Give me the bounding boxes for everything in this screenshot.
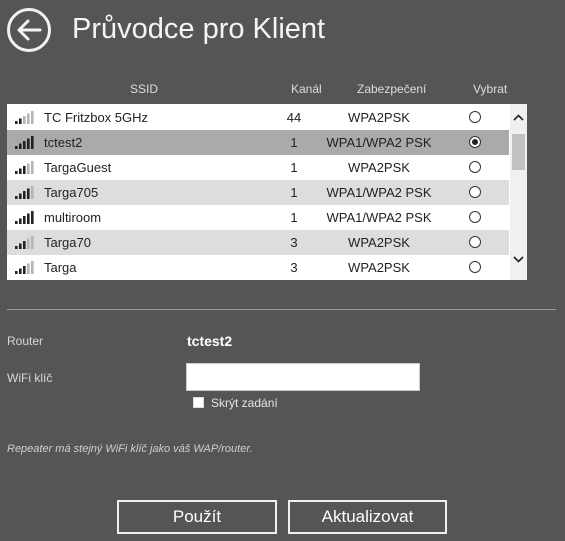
ssid-cell: Targa70 <box>44 235 91 250</box>
scroll-down-button[interactable] <box>510 252 527 266</box>
apply-button[interactable]: Použít <box>117 500 277 534</box>
hide-input-checkbox[interactable] <box>193 397 204 408</box>
hide-input-label: Skrýt zadání <box>211 396 278 410</box>
header: Průvodce pro Klient <box>0 0 565 62</box>
info-note: Repeater má stejný WiFi klíč jako váš WA… <box>7 443 253 455</box>
signal-strength-icon <box>15 111 34 124</box>
channel-cell: 1 <box>290 160 298 175</box>
column-header-channel: Kanál <box>291 82 322 96</box>
channel-cell: 1 <box>290 185 298 200</box>
channel-cell: 3 <box>290 260 298 275</box>
table-row[interactable]: TC Fritzbox 5GHz 44 WPA2PSK <box>7 105 509 130</box>
channel-cell: 3 <box>290 235 298 250</box>
signal-strength-icon <box>15 211 34 224</box>
security-cell: WPA2PSK <box>348 235 410 250</box>
router-value: tctest2 <box>187 333 233 349</box>
chevron-up-icon <box>513 114 524 121</box>
ssid-cell: TargaGuest <box>44 160 112 175</box>
signal-strength-icon <box>15 261 34 274</box>
table-row[interactable]: tctest2 1 WPA1/WPA2 PSK <box>7 130 509 155</box>
divider <box>7 309 556 310</box>
refresh-button[interactable]: Aktualizovat <box>288 500 447 534</box>
signal-strength-icon <box>15 186 34 199</box>
security-cell: WPA1/WPA2 PSK <box>326 185 432 200</box>
back-button[interactable] <box>7 8 51 52</box>
ssid-cell: Targa705 <box>44 185 99 200</box>
signal-strength-icon <box>15 236 34 249</box>
select-radio[interactable] <box>469 186 481 198</box>
select-radio[interactable] <box>469 136 481 148</box>
security-cell: WPA2PSK <box>348 260 410 275</box>
network-table: TC Fritzbox 5GHz 44 WPA2PSK tctest2 1 WPA1/WP… <box>7 104 527 280</box>
table-row[interactable]: TargaGuest 1 WPA2PSK <box>7 155 509 180</box>
signal-strength-icon <box>15 136 34 149</box>
channel-cell: 1 <box>290 135 298 150</box>
scroll-up-button[interactable] <box>510 111 527 125</box>
router-label: Router <box>7 334 44 348</box>
wifi-key-input[interactable] <box>186 363 420 391</box>
back-arrow-icon <box>17 19 42 41</box>
security-cell: WPA2PSK <box>348 110 410 125</box>
select-radio[interactable] <box>469 161 481 173</box>
select-radio[interactable] <box>469 111 481 123</box>
column-header-ssid: SSID <box>130 82 159 96</box>
channel-cell: 44 <box>286 110 302 125</box>
radio-dot <box>472 139 478 145</box>
scroll-thumb[interactable] <box>512 134 525 170</box>
column-header-security: Zabezpečení <box>357 82 427 96</box>
security-cell: WPA1/WPA2 PSK <box>326 135 432 150</box>
ssid-cell: multiroom <box>44 210 102 225</box>
table-row[interactable]: Targa70 3 WPA2PSK <box>7 230 509 255</box>
scrollbar[interactable] <box>510 104 527 280</box>
table-row[interactable]: multiroom 1 WPA1/WPA2 PSK <box>7 205 509 230</box>
chevron-down-icon <box>513 256 524 263</box>
wifi-key-label: WiFi klíč <box>7 371 53 385</box>
table-row[interactable]: Targa 3 WPA2PSK <box>7 255 509 280</box>
select-radio[interactable] <box>469 236 481 248</box>
channel-cell: 1 <box>290 210 298 225</box>
security-cell: WPA2PSK <box>348 160 410 175</box>
table-row[interactable]: Targa705 1 WPA1/WPA2 PSK <box>7 180 509 205</box>
signal-strength-icon <box>15 161 34 174</box>
ssid-cell: TC Fritzbox 5GHz <box>44 110 149 125</box>
ssid-cell: Targa <box>44 260 77 275</box>
security-cell: WPA1/WPA2 PSK <box>326 210 432 225</box>
select-radio[interactable] <box>469 261 481 273</box>
page-title: Průvodce pro Klient <box>72 13 326 45</box>
ssid-cell: tctest2 <box>44 135 83 150</box>
column-header-select: Vybrat <box>473 82 508 96</box>
select-radio[interactable] <box>469 211 481 223</box>
